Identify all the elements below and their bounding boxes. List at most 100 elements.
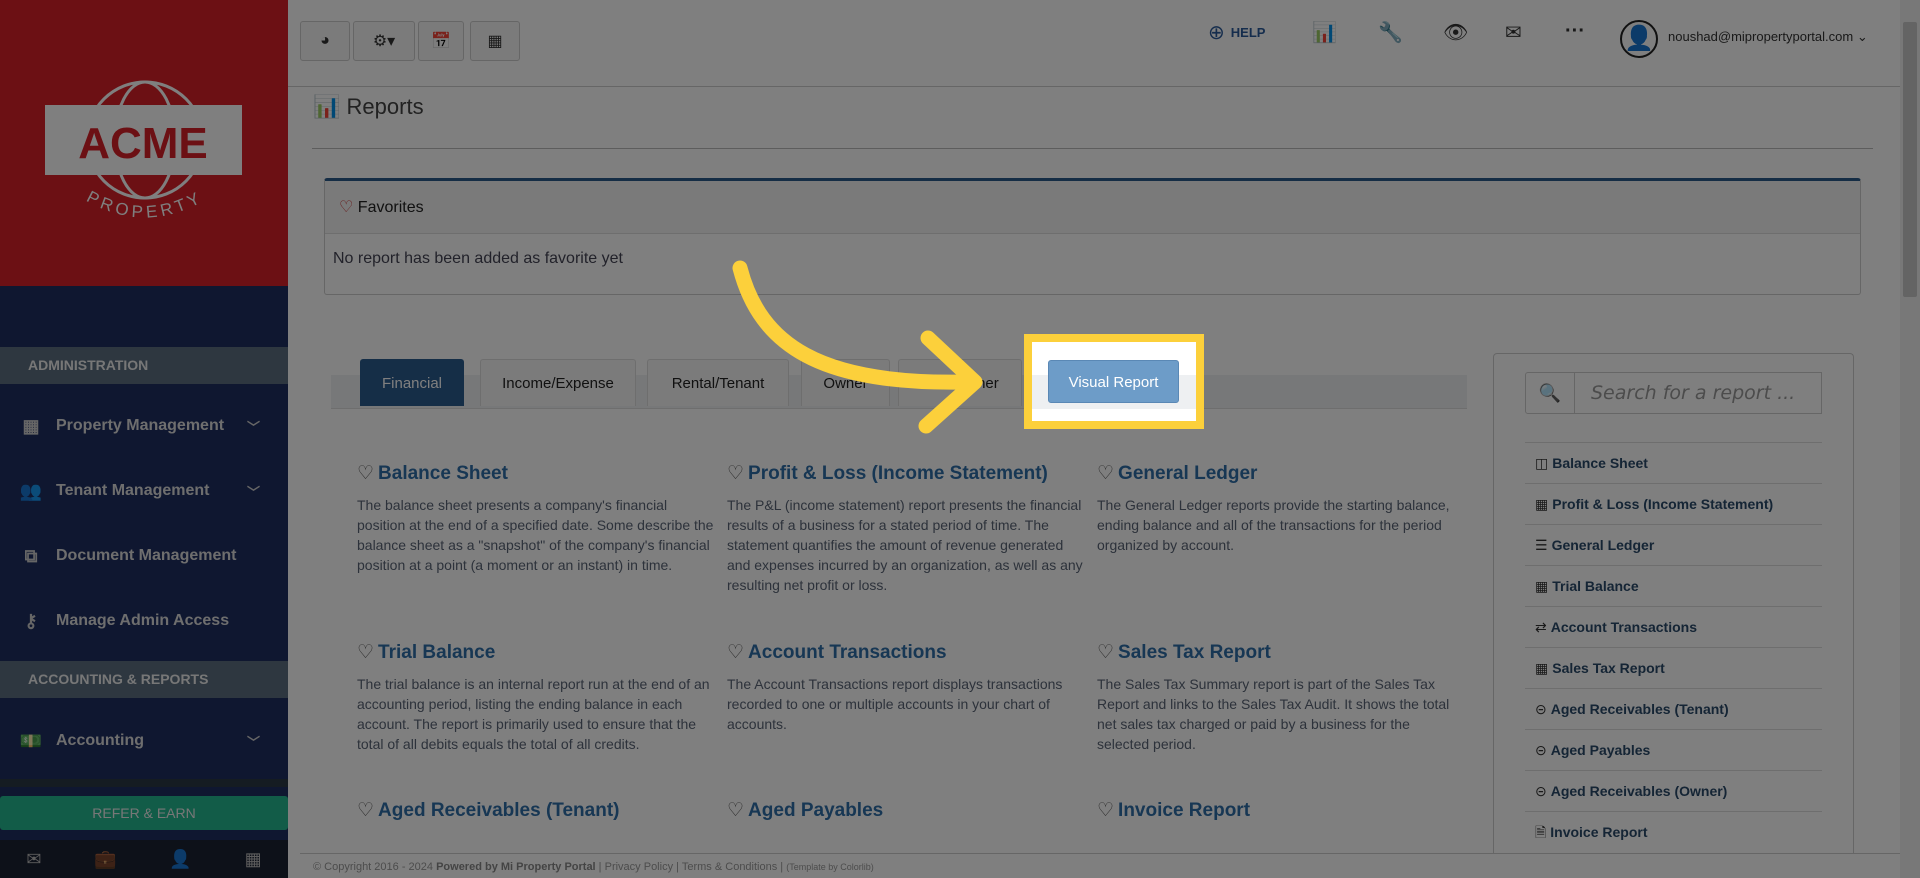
report-card: ♡ Balance Sheet The balance sheet presents… (357, 462, 717, 575)
envelope-icon[interactable]: ✉ (1505, 20, 1522, 45)
mail-icon[interactable]: ✉ (26, 849, 41, 870)
report-list-item[interactable]: ⊝ Aged Receivables (Owner) (1525, 770, 1822, 811)
tab-rental-tenant[interactable]: Rental/Tenant (647, 359, 789, 406)
more-icon[interactable]: ··· (1565, 20, 1585, 43)
sidebar-item-label: Manage Admin Access (56, 612, 230, 629)
settings-dropdown-button[interactable]: ⚙▾ (353, 21, 415, 61)
report-description: The General Ledger reports provide the s… (1097, 497, 1450, 553)
key-icon: ⚷ (24, 610, 38, 631)
report-description: The P&L (income statement) report presen… (727, 497, 1083, 593)
help-button[interactable]: ⊕ HELP (1208, 20, 1265, 45)
report-title[interactable]: ♡ Balance Sheet (357, 462, 717, 485)
heart-icon[interactable]: ♡ (1097, 642, 1114, 663)
report-title[interactable]: ♡ Aged Payables (727, 799, 1087, 822)
sidebar-item-label: Property Management (56, 417, 225, 434)
heart-icon[interactable]: ♡ (1097, 800, 1114, 821)
bar-chart-icon[interactable]: 📊 (1312, 20, 1337, 45)
heart-icon[interactable]: ♡ (1097, 463, 1114, 484)
building-icon: ▦ (22, 415, 40, 436)
exchange-icon: ⇄ (1535, 619, 1547, 635)
report-list-item[interactable]: ☰ General Ledger (1525, 524, 1822, 565)
report-card: ♡ Sales Tax Report The Sales Tax Summary r… (1097, 641, 1457, 754)
report-list-label: Aged Payables (1550, 742, 1651, 758)
report-title[interactable]: ♡ Invoice Report (1097, 799, 1457, 822)
report-title[interactable]: ♡ Trial Balance (357, 641, 717, 664)
refer-earn-button[interactable]: REFER & EARN (0, 796, 288, 830)
report-title[interactable]: ♡ General Ledger (1097, 462, 1457, 485)
sidebar-item-property-management[interactable]: ▦ Property Management ﹀ (0, 401, 288, 451)
tab-income-expense[interactable]: Income/Expense (480, 359, 636, 406)
logo[interactable]: ACME PROPERTY (0, 0, 288, 286)
chevron-down-icon: ﹀ (246, 734, 260, 750)
circle-arrow-right-icon: ⊝ (1535, 783, 1547, 799)
wrench-icon[interactable]: 🔧 (1378, 20, 1403, 45)
tab-owner[interactable]: Owner (801, 359, 890, 406)
heart-icon[interactable]: ♡ (357, 800, 374, 821)
search-button[interactable]: 🔍 (1525, 372, 1575, 414)
calculator-icon[interactable]: ▦ (245, 849, 262, 870)
report-title[interactable]: ♡ Aged Receivables (Tenant) (357, 799, 717, 822)
dashboard-button[interactable]: ◕ (300, 21, 350, 61)
report-list-label: Profit & Loss (Income Statement) (1552, 496, 1774, 512)
report-card: ♡ General Ledger The General Ledger report… (1097, 462, 1457, 555)
list-icon: ☰ (1535, 537, 1548, 553)
terms-link[interactable]: Terms & Conditions (682, 861, 777, 873)
tab-financial[interactable]: Financial (360, 359, 464, 406)
report-description: The Account Transactions report displays… (727, 676, 1063, 732)
sidebar-scrollbar[interactable] (0, 779, 288, 787)
gear-icon: ⚙▾ (372, 33, 396, 50)
file-code-icon: 🗎 (1535, 824, 1547, 840)
report-title[interactable]: ♡ Profit & Loss (Income Statement) (727, 462, 1087, 485)
avatar[interactable]: 👤 (1620, 20, 1658, 58)
report-description: The Sales Tax Summary report is part of … (1097, 676, 1450, 752)
report-card: ♡ Invoice Report (1097, 799, 1457, 832)
calculator-icon: ▦ (487, 33, 503, 50)
privacy-link[interactable]: Privacy Policy (605, 861, 673, 873)
report-list-item[interactable]: 🗎 Invoice Report (1525, 811, 1822, 852)
calendar-button[interactable]: 📅 (418, 21, 464, 61)
sidebar-item-accounting[interactable]: 💵 Accounting ﹀ (0, 716, 288, 766)
calculator-button[interactable]: ▦ (470, 21, 520, 61)
chevron-down-icon: ﹀ (246, 484, 260, 500)
heart-icon[interactable]: ♡ (357, 642, 374, 663)
user-icon[interactable]: 👤 (169, 849, 191, 870)
sidebar-item-document-management[interactable]: ⧉ Document Management (0, 531, 288, 581)
report-title[interactable]: ♡ Sales Tax Report (1097, 641, 1457, 664)
columns-icon: ◫ (1535, 455, 1549, 471)
tab-other[interactable]: Other (898, 359, 1022, 406)
report-list-item[interactable]: ⊝ Aged Receivables (Tenant) (1525, 688, 1822, 729)
report-list-label: Account Transactions (1550, 619, 1697, 635)
report-list-item[interactable]: ◫ Balance Sheet (1525, 442, 1822, 483)
sidebar-item-label: Document Management (56, 547, 237, 564)
heart-icon[interactable]: ♡ (357, 463, 374, 484)
documents-icon: ⧉ (24, 545, 38, 566)
search-input[interactable] (1574, 372, 1822, 414)
report-list-item[interactable]: ▦ Trial Balance (1525, 565, 1822, 606)
report-title[interactable]: ♡ Account Transactions (727, 641, 1087, 664)
sidebar-item-manage-admin-access[interactable]: ⚷ Manage Admin Access (0, 596, 288, 646)
sidebar-item-tenant-management[interactable]: 👥 Tenant Management ﹀ (0, 466, 288, 516)
heart-icon[interactable]: ♡ (727, 463, 744, 484)
heart-icon[interactable]: ♡ (727, 800, 744, 821)
svg-text:ACME: ACME (78, 119, 208, 168)
calculator-icon: ▦ (1535, 660, 1549, 676)
highlight-box (1024, 334, 1204, 429)
report-list-item[interactable]: ▦ Sales Tax Report (1525, 647, 1822, 688)
user-menu[interactable]: noushad@mipropertyportal.com ⌄ (1668, 29, 1868, 45)
circle-arrow-left-icon: ⊝ (1535, 742, 1547, 758)
report-list-item[interactable]: ⇄ Account Transactions (1525, 606, 1822, 647)
report-card: ♡ Aged Payables (727, 799, 1087, 832)
acme-logo-icon: ACME PROPERTY (45, 80, 242, 222)
footer: © Copyright 2016 - 2024 Powered by Mi Pr… (300, 853, 1900, 878)
template-credit[interactable]: (Template by Colorlib) (786, 862, 874, 872)
heart-icon[interactable]: ♡ (727, 642, 744, 663)
scrollbar-thumb[interactable] (1903, 22, 1917, 297)
report-list-item[interactable]: ⊝ Aged Payables (1525, 729, 1822, 770)
report-description: The balance sheet presents a company's f… (357, 497, 714, 573)
favorites-panel: ♡ Favorites No report has been added as … (324, 178, 1861, 295)
eye-icon[interactable]: 👁 (1443, 20, 1468, 45)
powered-by-link[interactable]: Powered by Mi Property Portal (436, 861, 596, 873)
briefcase-icon[interactable]: 💼 (94, 849, 116, 870)
report-list-label: Invoice Report (1550, 824, 1648, 840)
report-list-item[interactable]: ▦ Profit & Loss (Income Statement) (1525, 483, 1822, 524)
